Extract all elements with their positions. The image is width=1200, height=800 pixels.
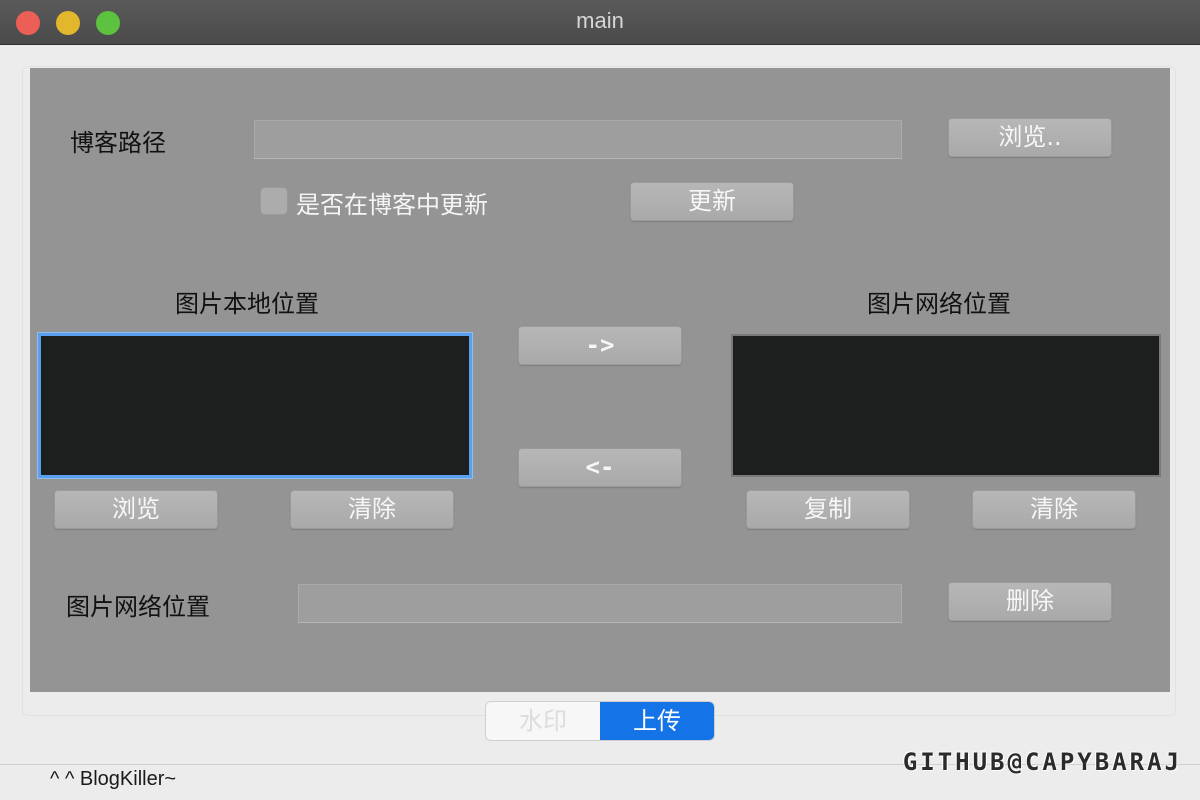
github-watermark: GITHUB@CAPYBARAJ	[902, 748, 1182, 776]
local-images-list[interactable]	[38, 333, 472, 478]
tab-upload[interactable]: 上传	[600, 702, 714, 740]
blog-browse-button[interactable]: 浏览..	[948, 118, 1112, 157]
window-title: main	[576, 8, 624, 33]
mode-segmented-control: 水印 上传	[486, 702, 714, 740]
delete-url-input[interactable]	[298, 584, 902, 623]
tab-watermark[interactable]: 水印	[486, 702, 600, 740]
update-in-blog-checkbox[interactable]	[260, 187, 288, 215]
net-copy-button[interactable]: 复制	[746, 490, 910, 529]
local-clear-button[interactable]: 清除	[290, 490, 454, 529]
move-to-net-button[interactable]: ->	[518, 326, 682, 365]
delete-url-label: 图片网络位置	[66, 593, 210, 621]
title-bar[interactable]: main	[0, 0, 1200, 45]
local-images-title: 图片本地位置	[175, 290, 319, 318]
update-button[interactable]: 更新	[630, 182, 794, 221]
update-in-blog-label[interactable]: 是否在博客中更新	[296, 185, 488, 220]
local-browse-button[interactable]: 浏览	[54, 490, 218, 529]
status-bar-text: ^ ^ BlogKiller~	[50, 768, 177, 790]
blog-path-label: 博客路径	[70, 129, 166, 157]
app-window: main 博客路径 浏览.. 是否在博客中更新 更新 图片本地位置 图片网络位置…	[0, 0, 1200, 800]
net-images-list[interactable]	[731, 334, 1161, 477]
blog-path-input[interactable]	[254, 120, 902, 159]
net-images-title: 图片网络位置	[867, 290, 1011, 318]
move-to-local-button[interactable]: <-	[518, 448, 682, 487]
delete-button[interactable]: 删除	[948, 582, 1112, 621]
net-clear-button[interactable]: 清除	[972, 490, 1136, 529]
